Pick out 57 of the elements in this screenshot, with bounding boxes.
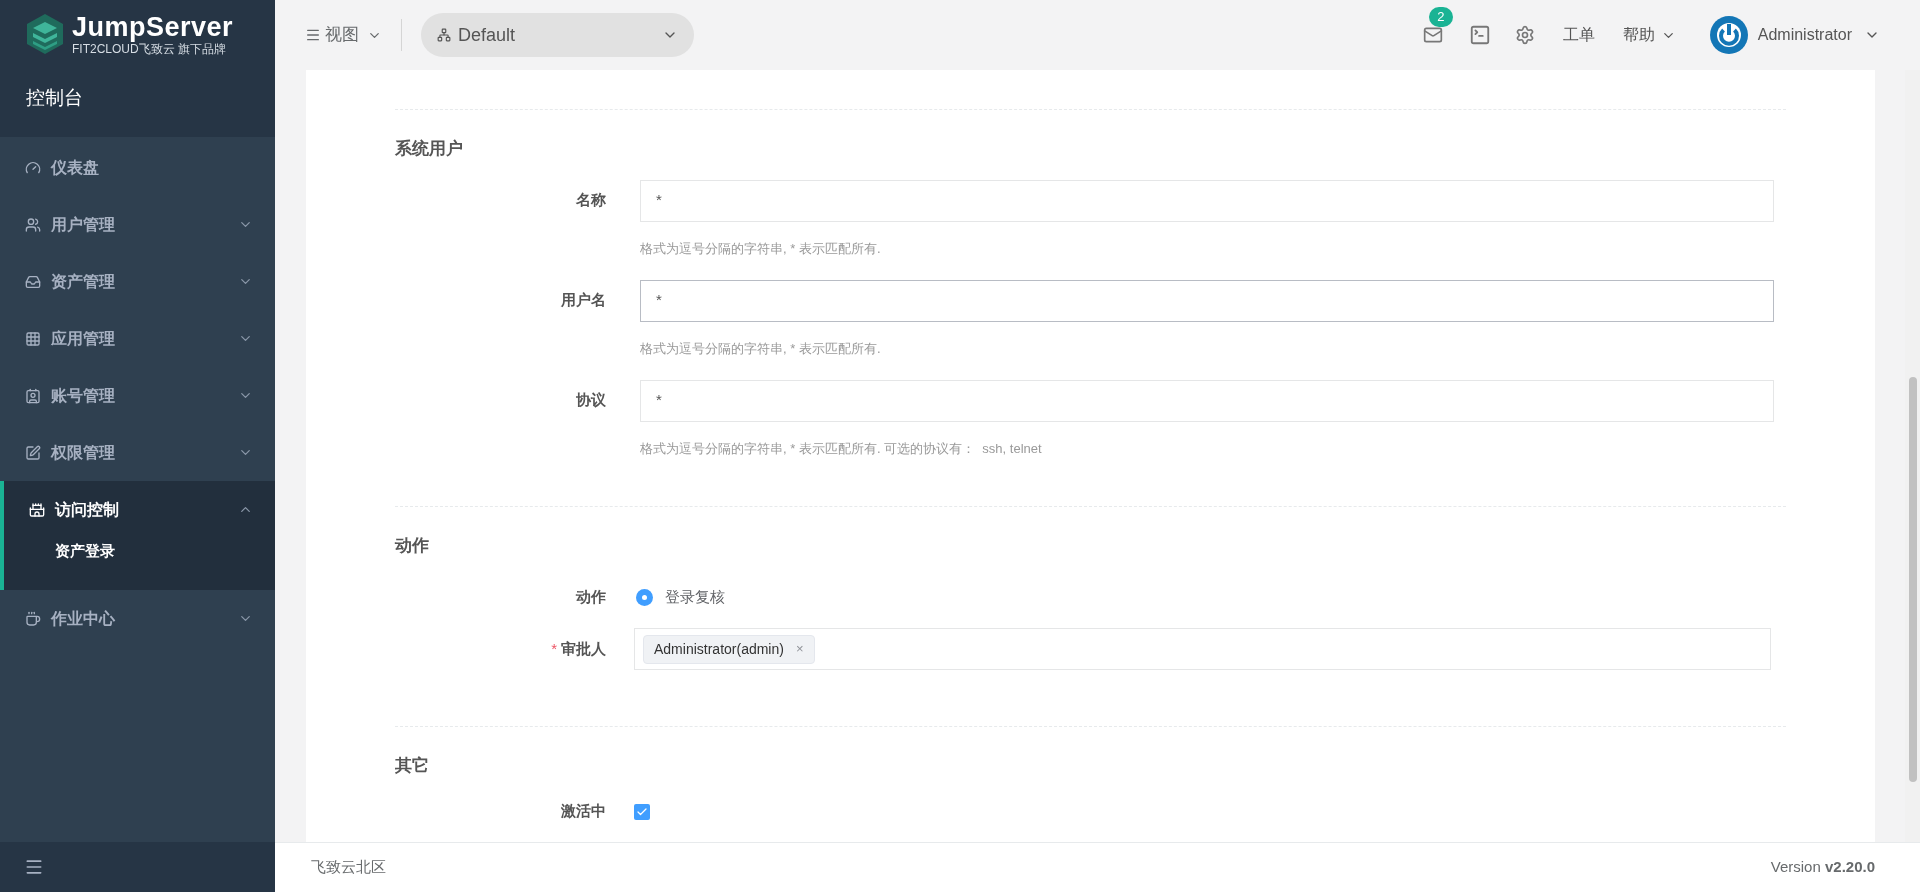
field-label: 协议: [576, 390, 606, 411]
version-label: Version v2.20.0: [1770, 857, 1875, 878]
settings-icon[interactable]: [1514, 25, 1535, 45]
text-field[interactable]: *: [640, 179, 1774, 222]
field-hint: 格式为逗号分隔的字符串, * 表示匹配所有. 可选的协议有： ssh, telnet: [640, 440, 1042, 456]
text-field[interactable]: *: [640, 279, 1774, 322]
view-menu[interactable]: 视图: [305, 22, 382, 48]
users-icon: [25, 216, 41, 233]
menu-icon: [305, 27, 321, 43]
submenu-item[interactable]: 资产登录: [4, 538, 275, 590]
collapse-menu-icon[interactable]: [24, 857, 44, 877]
section-title: 系统用户: [395, 138, 464, 160]
text-field[interactable]: *: [640, 379, 1774, 422]
sidebar-item[interactable]: 账号管理: [0, 367, 275, 424]
inbox-icon: [25, 273, 41, 290]
sidebar-item[interactable]: 作业中心: [0, 590, 275, 647]
edit-icon: [25, 444, 41, 461]
sidebar-item[interactable]: 访问控制: [4, 481, 275, 538]
castle-icon: [29, 501, 45, 518]
field-hint: 格式为逗号分隔的字符串, * 表示匹配所有.: [640, 340, 881, 356]
field-label: 名称: [576, 190, 606, 211]
org-tree-icon: [437, 28, 451, 42]
approver-tag: Administrator(admin) ×: [643, 634, 815, 664]
footer-region: 飞致云北区: [311, 857, 386, 878]
help-menu[interactable]: 帮助: [1622, 23, 1676, 47]
grid-icon: [25, 330, 41, 347]
gauge-icon: [25, 159, 41, 176]
tickets-link[interactable]: 工单: [1562, 23, 1595, 47]
checkbox[interactable]: [634, 803, 650, 820]
field-label: 用户名: [561, 290, 606, 311]
user-menu[interactable]: Administrator: [1757, 23, 1880, 47]
radio-option[interactable]: 登录复核: [636, 585, 725, 609]
brand-tagline: FIT2CLOUD飞致云 旗下品牌: [72, 42, 226, 56]
user-avatar: [1709, 16, 1748, 54]
sidebar-item[interactable]: 用户管理: [0, 196, 275, 253]
organization-select[interactable]: Default: [421, 13, 694, 57]
mail-icon[interactable]: [1422, 25, 1443, 45]
field-label: 动作: [576, 586, 606, 607]
sidebar-item[interactable]: 仪表盘: [0, 139, 275, 196]
section-title: 其它: [395, 755, 430, 777]
sidebar-item[interactable]: 资产管理: [0, 253, 275, 310]
notification-badge: 2: [1428, 7, 1453, 27]
sidebar-item[interactable]: 应用管理: [0, 310, 275, 367]
approver-select[interactable]: Administrator(admin) ×: [634, 628, 1771, 670]
field-label: 审批人: [561, 638, 606, 659]
scrollbar-thumb[interactable]: [1908, 377, 1917, 782]
terminal-icon[interactable]: [1468, 24, 1491, 46]
field-label: 激活中: [561, 801, 606, 822]
required-mark: *: [551, 638, 557, 659]
console-title: 控制台: [26, 86, 84, 110]
brand-name: JumpServer: [72, 12, 234, 42]
sidebar-item[interactable]: 权限管理: [0, 424, 275, 481]
contact-card-icon: [25, 387, 41, 404]
cup-icon: [25, 610, 41, 627]
section-title: 动作: [395, 534, 430, 557]
field-hint: 格式为逗号分隔的字符串, * 表示匹配所有.: [640, 240, 881, 256]
logo-icon: [26, 13, 64, 55]
